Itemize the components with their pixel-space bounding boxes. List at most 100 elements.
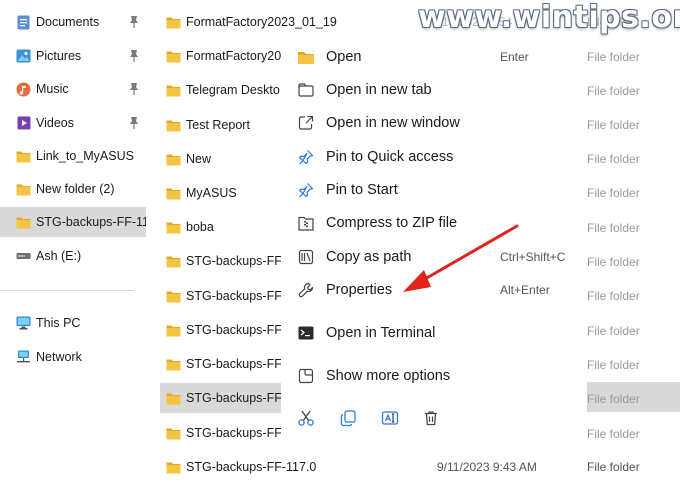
cut-icon [298,410,314,426]
drive-icon [16,249,31,264]
folder-icon [166,393,181,404]
menu-item-open-new-tab[interactable]: Open in new tab [281,75,581,105]
delete-button[interactable] [421,408,441,428]
folder-icon [166,222,181,233]
sidebar-item-label: Link_to_MyASUS [36,149,134,163]
menu-shortcut: Alt+Enter [500,283,550,297]
pin-icon [128,49,140,63]
videos-icon [16,116,31,131]
menu-item-label: Compress to ZIP file [326,215,458,231]
pin-icon [128,82,140,96]
menu-shortcut: Ctrl+Shift+C [500,250,566,264]
folder-icon [166,325,181,336]
file-date: 9/11/2023 9:43 AM [437,460,537,474]
folder-icon [166,256,181,267]
pin-icon [128,15,140,29]
menu-item-label: Copy as path [326,249,412,265]
menu-item-open-terminal[interactable]: Open in Terminal [281,318,581,348]
menu-item-properties[interactable]: Properties Alt+Enter [281,275,581,305]
folder-icon [166,188,181,199]
file-type: File folder [587,324,640,338]
file-type: File folder [587,255,640,269]
sidebar-item-label: Ash (E:) [36,249,82,263]
menu-item-compress-zip[interactable]: Compress to ZIP file [281,208,581,238]
menu-shortcut: Enter [500,50,529,64]
folder-icon [166,51,181,62]
cut-button[interactable] [296,408,316,428]
list-item[interactable]: STG-backups-FF-117.0 9/11/2023 9:43 AM F… [160,452,666,482]
file-name: STG-backups-FF- [186,426,282,440]
this-pc-icon [16,316,31,331]
folder-open-icon [297,48,315,66]
menu-item-label: Open in Terminal [326,325,436,341]
menu-item-copy-as-path[interactable]: Copy as path Ctrl+Shift+C [281,242,581,272]
sidebar-item-link-to-myasus[interactable]: Link_to_MyASUS [0,141,146,171]
new-tab-icon [297,81,315,99]
menu-item-pin-quick-access[interactable]: Pin to Quick access [281,142,581,172]
sidebar-item-documents[interactable]: Documents [0,7,146,37]
file-name: FormatFactory202 [186,49,282,63]
sidebar-item-new-folder-2[interactable]: New folder (2) [0,174,146,204]
sidebar-item-label: Documents [36,15,100,29]
folder-icon [16,215,31,230]
sidebar-item-music[interactable]: Music [0,74,146,104]
file-name: STG-backups-FF- [186,289,282,303]
navigation-pane: Documents Pictures Music Videos Link_to_… [0,0,146,488]
wrench-icon [297,281,315,299]
sidebar-item-label: STG-backups-FF-11 [36,215,146,229]
file-type: File folder [587,392,640,406]
file-name: STG-backups-FF-117.0 [186,460,317,474]
sidebar-item-label: New folder (2) [36,182,115,196]
copy-button[interactable] [338,408,358,428]
file-name: MyASUS [186,186,237,200]
pin-icon [297,181,315,199]
rename-button[interactable] [380,408,400,428]
file-type: File folder [587,289,640,303]
menu-item-open-new-window[interactable]: Open in new window [281,108,581,138]
folder-icon [16,149,31,164]
file-type: File folder [587,84,640,98]
file-name: STG-backups-FF- [186,391,282,405]
menu-item-label: Open [326,49,362,65]
file-type: File folder [587,50,640,64]
menu-item-label: Show more options [326,368,451,384]
sidebar-item-label: Network [36,350,82,364]
sidebar-item-label: This PC [36,316,81,330]
sidebar-item-label: Videos [36,116,74,130]
menu-item-show-more-options[interactable]: Show more options [281,361,581,391]
menu-item-label: Pin to Start [326,182,398,198]
sidebar-item-ash-drive[interactable]: Ash (E:) [0,241,146,271]
file-type: File folder [587,186,640,200]
sidebar-item-pictures[interactable]: Pictures [0,41,146,71]
sidebar-item-stg-backups[interactable]: STG-backups-FF-11 [0,207,146,237]
delete-icon [425,411,437,426]
sidebar-item-this-pc[interactable]: This PC [0,308,146,338]
file-name: Test Report [186,118,250,132]
folder-icon [16,182,31,197]
menu-item-label: Properties [326,282,393,298]
sidebar-item-network[interactable]: Network [0,342,146,372]
menu-item-pin-start[interactable]: Pin to Start [281,175,581,205]
file-type: File folder [587,221,640,235]
menu-item-open[interactable]: Open Enter [281,42,581,72]
copy-icon [340,410,356,427]
folder-icon [166,428,181,439]
zip-icon [297,214,315,232]
file-name: New [186,152,212,166]
file-type: File folder [587,152,640,166]
copy-path-icon [297,248,315,266]
menu-item-label: Open in new window [326,115,460,131]
file-name: FormatFactory2023_01_19 [186,15,337,29]
folder-icon [166,291,181,302]
documents-icon [16,15,31,30]
sidebar-item-label: Music [36,82,69,96]
context-menu: Open Enter Open in new tab Open in new w… [281,36,587,446]
file-type: File folder [587,427,640,441]
file-name: STG-backups-FF- [186,254,282,268]
sidebar-item-videos[interactable]: Videos [0,108,146,138]
file-name: STG-backups-FF- [186,323,282,337]
pictures-icon [16,49,31,64]
folder-icon [166,85,181,96]
more-options-icon [297,367,315,385]
file-name: Telegram Deskto [186,83,280,97]
